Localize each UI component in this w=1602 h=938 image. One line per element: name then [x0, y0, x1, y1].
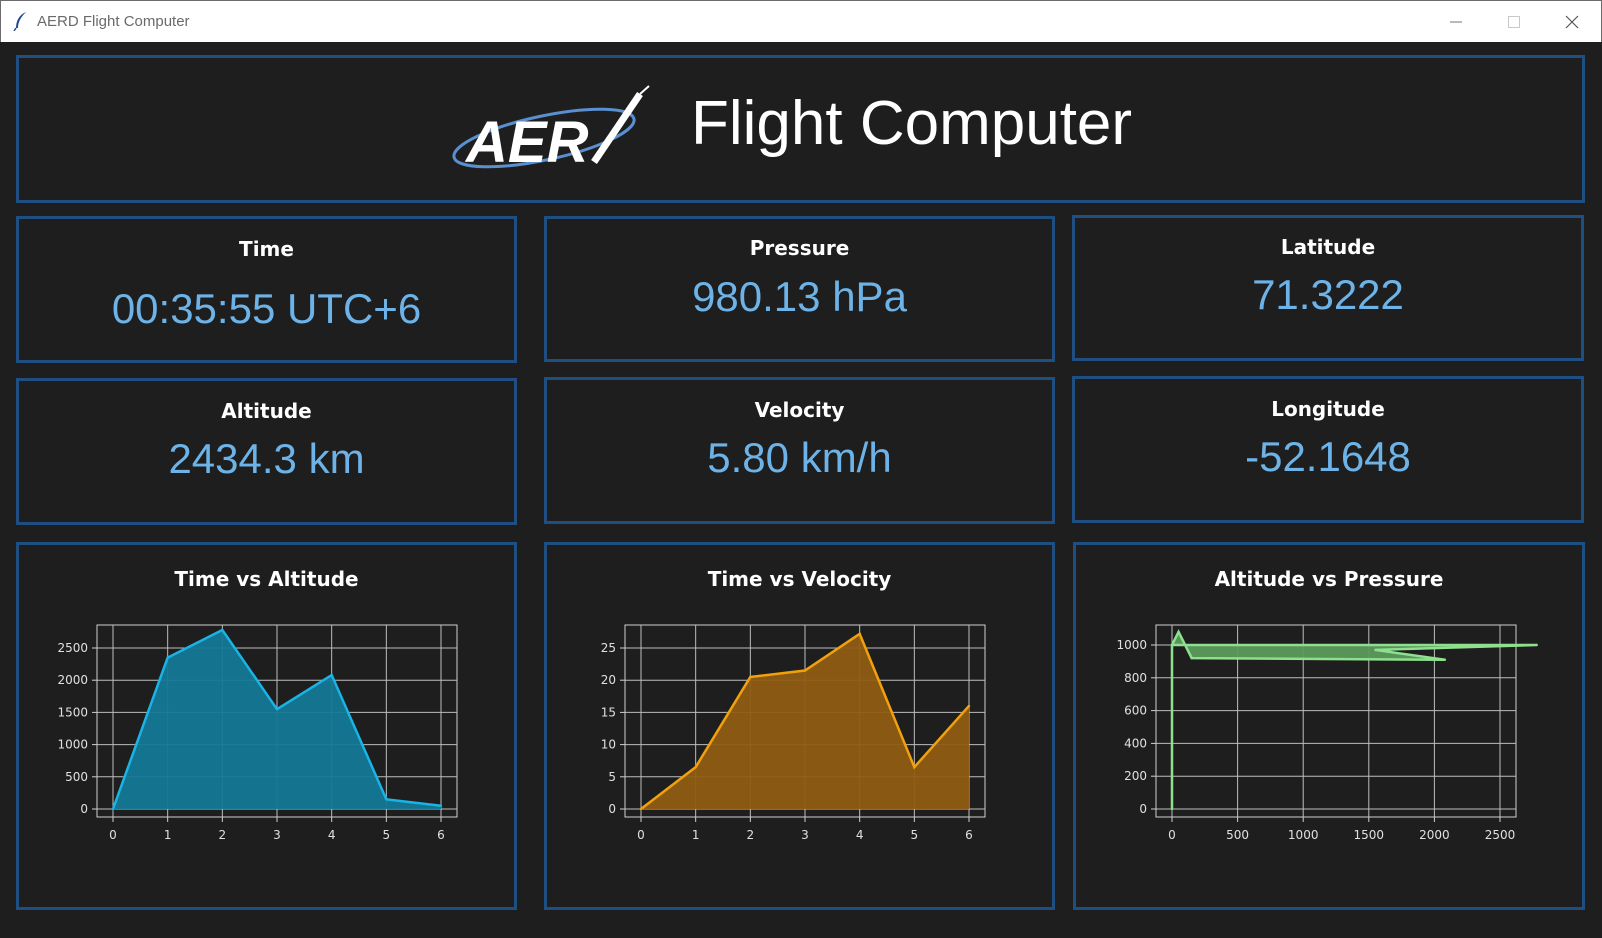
close-icon	[1565, 15, 1579, 29]
velocity-x-tick-label: 4	[856, 828, 864, 842]
altitude-x-tick-label: 2	[219, 828, 227, 842]
pressure-chart-card: Altitude vs Pressure 0 500 1000 1500 2000 250…	[1073, 542, 1585, 910]
close-button[interactable]	[1543, 1, 1601, 43]
altitude-y-tick-label: 1500	[57, 705, 88, 719]
altitude-x-tick-label: 1	[164, 828, 172, 842]
pressure-y-tick-label: 600	[1124, 704, 1147, 718]
pressure-data-point	[1170, 643, 1174, 647]
velocity-y-tick-label: 0	[608, 802, 616, 816]
pressure-data-point	[1190, 656, 1193, 660]
velocity-chart-card: Time vs Velocity 0 1 2 3 4 5 6 0 5 10 15 20 25	[544, 542, 1055, 910]
velocity-value: 5.80 km/h	[707, 434, 892, 481]
window-titlebar: AERD Flight Computer	[0, 0, 1602, 42]
header-panel: AER Flight Computer	[16, 55, 1585, 203]
altitude-x-tick-label: 4	[328, 828, 336, 842]
velocity-y-tick-label: 10	[601, 738, 616, 752]
altitude-value: 2434.3 km	[168, 435, 365, 482]
altitude-x-tick-label: 3	[273, 828, 281, 842]
time-value: 00:35:55 UTC+6	[111, 285, 422, 332]
pressure-y-tick-label: 800	[1124, 671, 1147, 685]
pressure-x-tick-label: 1000	[1288, 828, 1319, 842]
latitude-value: 71.3222	[1252, 271, 1404, 318]
velocity-data-point	[803, 669, 807, 672]
altitude-data-point	[439, 804, 443, 807]
pressure-y-tick-label: 1000	[1116, 638, 1147, 652]
altitude-x-tick-label: 0	[109, 828, 117, 842]
longitude-value: -52.1648	[1245, 433, 1411, 480]
pressure-y-tick-label: 400	[1124, 736, 1147, 750]
velocity-x-tick-label: 5	[911, 828, 919, 842]
pressure-x-tick-label: 500	[1226, 828, 1249, 842]
altitude-y-tick-label: 1000	[57, 738, 88, 752]
altitude-data-point	[221, 628, 224, 632]
maximize-button[interactable]	[1485, 1, 1543, 43]
pressure-data-point	[1443, 658, 1447, 661]
pressure-data-point	[1535, 643, 1538, 647]
pressure-data-point	[1177, 630, 1180, 634]
latitude-label: Latitude	[1280, 235, 1376, 259]
velocity-x-tick-label: 3	[801, 828, 809, 842]
velocity-y-tick-label: 25	[601, 641, 616, 655]
velocity-data-point	[749, 675, 752, 679]
altitude-data-point	[330, 673, 333, 677]
altitude-x-tick-label: 6	[437, 828, 445, 842]
longitude-label: Longitude	[1271, 397, 1385, 421]
altitude-data-point	[111, 807, 115, 811]
altitude-card: Altitude 2434.3 km	[16, 378, 517, 525]
altitude-data-point	[275, 707, 279, 711]
pressure-x-tick-label: 0	[1168, 828, 1176, 842]
velocity-label: Velocity	[754, 398, 845, 422]
pressure-x-tick-label: 2000	[1419, 828, 1450, 842]
altitude-data-point	[166, 656, 169, 659]
velocity-y-tick-label: 20	[601, 673, 616, 687]
velocity-x-tick-label: 2	[747, 828, 755, 842]
pressure-chart: 0 500 1000 1500 2000 2500 0 200 400 600 800 1000	[1116, 624, 1538, 842]
pressure-x-tick-label: 1500	[1354, 828, 1385, 842]
velocity-x-tick-label: 6	[965, 828, 973, 842]
velocity-y-tick-label: 5	[608, 770, 616, 784]
pressure-value: 980.13 hPa	[692, 273, 907, 320]
altitude-y-tick-label: 0	[80, 802, 88, 816]
altitude-data-point	[385, 798, 388, 801]
app-heading: Flight Computer	[691, 89, 1133, 158]
window-title: AERD Flight Computer	[37, 13, 190, 30]
altitude-y-tick-label: 2000	[57, 673, 88, 687]
minimize-icon	[1450, 21, 1462, 23]
velocity-data-point	[967, 704, 971, 708]
altitude-chart: 0 1 2 3 4 5 6 0 500 1000 1500 2000 2500	[57, 624, 458, 842]
velocity-data-point	[639, 807, 643, 811]
pressure-data-point	[1170, 807, 1174, 811]
altitude-x-tick-label: 5	[383, 828, 391, 842]
velocity-chart: 0 1 2 3 4 5 6 0 5 10 15 20 25	[601, 624, 986, 842]
pressure-card: Pressure 980.13 hPa	[544, 216, 1055, 362]
pressure-data-point	[1374, 648, 1377, 652]
time-label: Time	[239, 237, 294, 261]
feather-icon	[13, 12, 26, 31]
minimize-button[interactable]	[1427, 1, 1485, 43]
pressure-x-tick-label: 2500	[1485, 828, 1516, 842]
altitude-label: Altitude	[221, 399, 312, 423]
altitude-chart-card: Time vs Altitude 0 1 2 3 4 5 6 0 500 1000 1500 2000…	[16, 542, 517, 910]
pressure-y-tick-label: 0	[1139, 802, 1147, 816]
velocity-x-tick-label: 1	[692, 828, 700, 842]
altitude-y-tick-label: 2500	[57, 641, 88, 655]
latitude-card: Latitude 71.3222	[1072, 215, 1584, 361]
dashboard: AER Flight Computer Time 00:35:55 UTC+6 …	[0, 42, 1602, 938]
aer-logo: AER	[452, 85, 650, 175]
altitude-y-tick-label: 500	[65, 770, 88, 784]
velocity-card: Velocity 5.80 km/h	[544, 377, 1055, 524]
maximize-icon	[1508, 16, 1520, 28]
velocity-data-point	[858, 632, 861, 636]
velocity-data-point	[694, 765, 697, 769]
pressure-y-tick-label: 200	[1124, 769, 1147, 783]
longitude-card: Longitude -52.1648	[1072, 376, 1584, 523]
velocity-data-point	[913, 765, 916, 769]
logo-text: AER	[464, 110, 589, 175]
time-card: Time 00:35:55 UTC+6	[16, 216, 517, 363]
velocity-x-tick-label: 0	[637, 828, 645, 842]
velocity-y-tick-label: 15	[601, 705, 616, 719]
pressure-label: Pressure	[749, 236, 850, 260]
